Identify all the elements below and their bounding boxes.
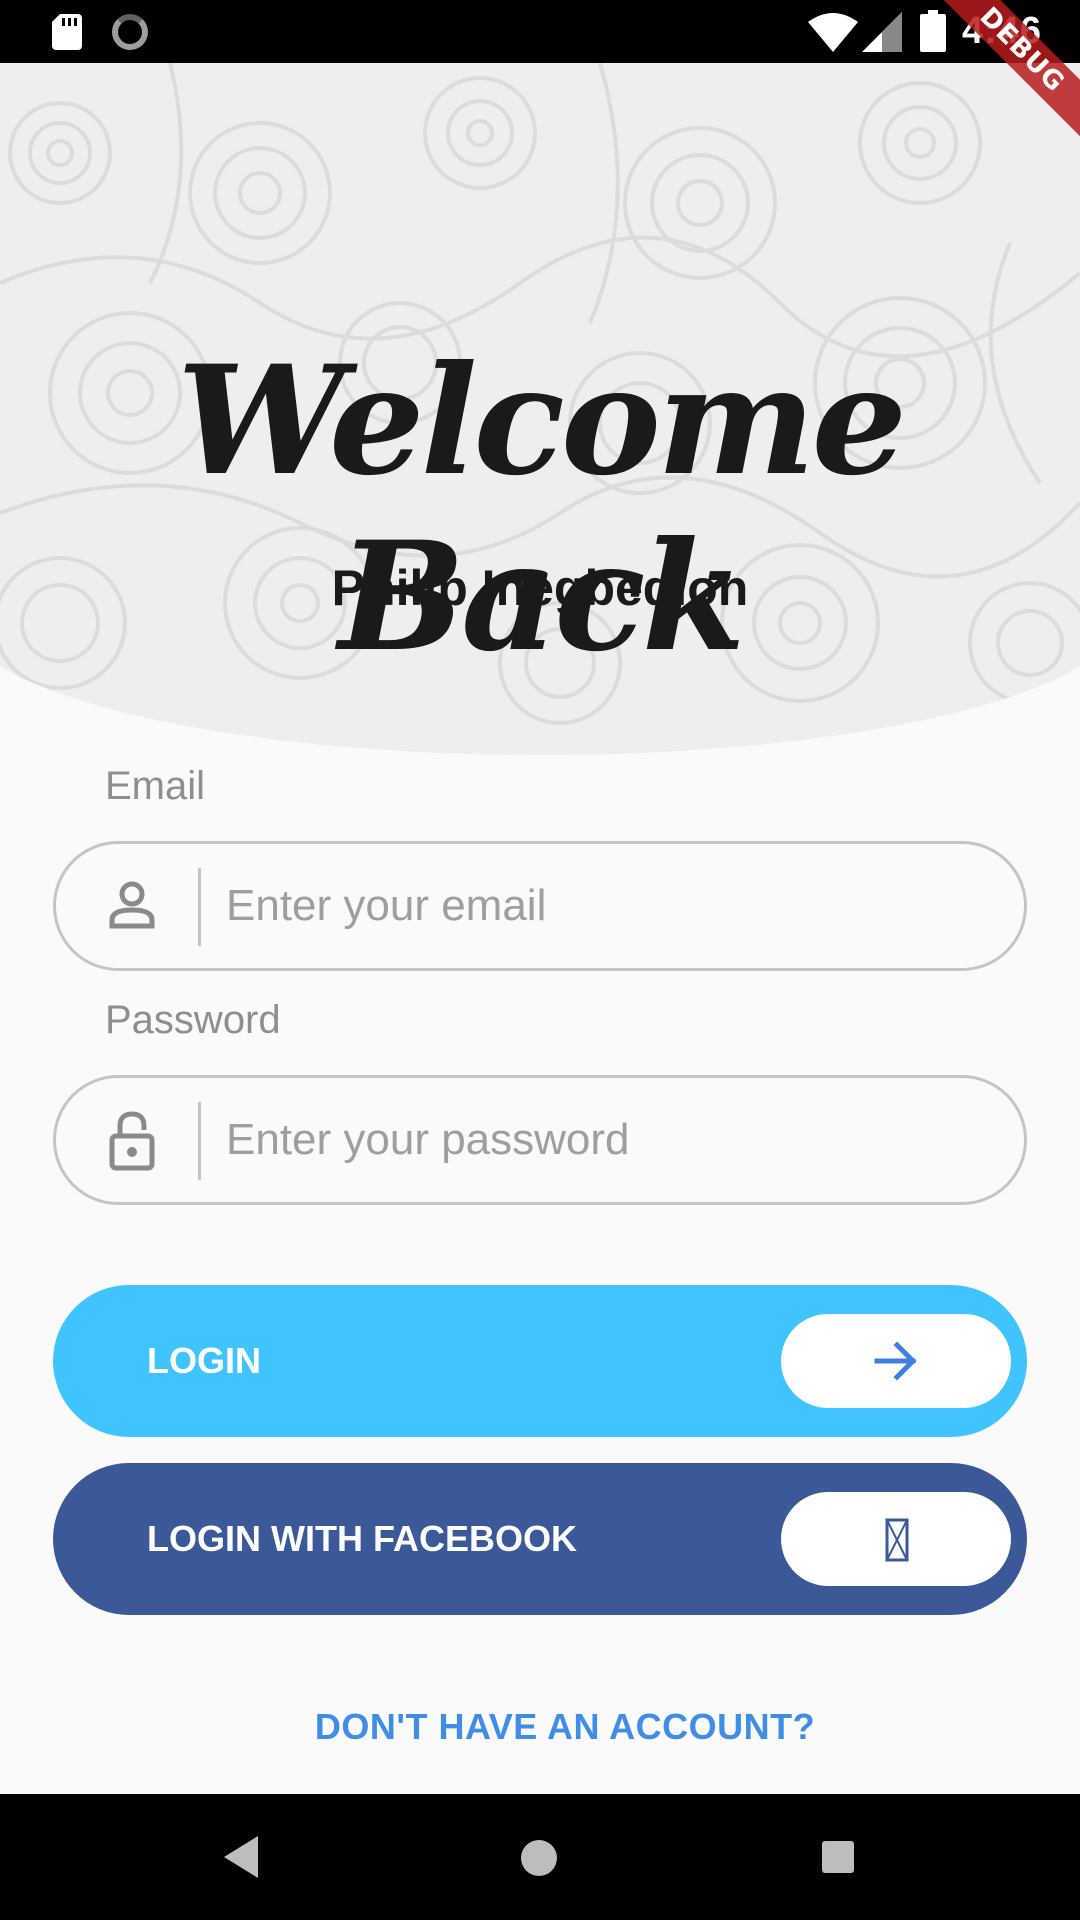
login-icon-container [781,1314,1011,1408]
login-screen: 4:46 DEBUG [0,0,1080,1920]
recents-icon[interactable] [822,1841,854,1873]
sync-icon [112,14,148,50]
login-button[interactable]: LOGIN [53,1285,1027,1437]
email-field[interactable] [53,841,1027,971]
signup-link[interactable]: DON'T HAVE AN ACCOUNT? [0,1706,1080,1748]
welcome-title: Welcome Back [176,333,907,685]
header-banner: Welcome Back Philip Inegbedion [0,63,1080,755]
person-icon [109,881,155,929]
email-label: Email [105,764,206,808]
missing-glyph-icon [885,1518,909,1562]
arrow-right-icon [874,1341,917,1381]
user-name: Philip Inegbedion [331,560,749,616]
sd-card-icon [52,14,82,50]
password-input[interactable] [226,1078,1006,1202]
password-divider [198,1102,201,1180]
battery-icon [920,10,946,52]
wifi-icon [808,13,858,52]
password-label: Password [105,998,281,1042]
signal-icon [862,12,902,52]
lock-icon [109,1111,155,1171]
back-icon[interactable] [222,1834,262,1880]
facebook-button-label: LOGIN WITH FACEBOOK [147,1518,577,1559]
facebook-login-button[interactable]: LOGIN WITH FACEBOOK [53,1463,1027,1615]
home-icon[interactable] [521,1840,557,1876]
password-field[interactable] [53,1075,1027,1205]
navigation-bar [0,1794,1080,1920]
facebook-icon-container [781,1492,1011,1586]
email-divider [198,868,201,946]
status-bar: 4:46 [0,0,1080,63]
login-button-label: LOGIN [147,1340,261,1381]
email-input[interactable] [226,844,1006,968]
